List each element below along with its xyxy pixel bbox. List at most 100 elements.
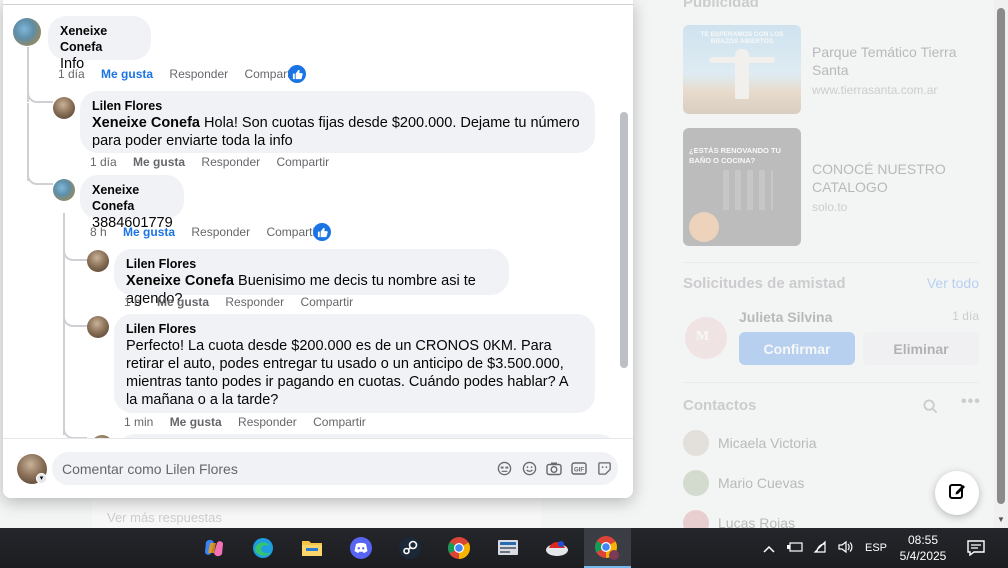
see-all-link[interactable]: Ver todo (927, 275, 979, 291)
ad-title-text: CONOCÉ NUESTRO CATALOGO (812, 161, 946, 195)
reply-button[interactable]: Responder (225, 295, 284, 309)
divider (683, 382, 979, 383)
page-scrollbar[interactable]: ▼ (994, 0, 1008, 528)
discord-icon[interactable] (345, 532, 377, 564)
like-button[interactable]: Me gusta (101, 67, 153, 81)
comment-author[interactable]: Lilen Flores (126, 256, 497, 272)
friend-request-time: 1 día (952, 309, 979, 323)
mention-link[interactable]: Xeneixe Conefa (126, 273, 234, 289)
comment-actions: 1 día Me gusta Responder Compartir (90, 154, 342, 170)
avatar[interactable] (53, 97, 75, 119)
comment-author[interactable]: Lilen Flores (92, 98, 583, 114)
language-indicator[interactable]: ESP (865, 542, 887, 554)
like-reaction-icon[interactable] (313, 223, 331, 241)
ad-url: www.tierrasanta.com.ar (812, 83, 938, 97)
volume-icon[interactable] (837, 540, 853, 557)
comment-time[interactable]: 1 día (58, 67, 85, 81)
ad-title[interactable]: CONOCÉ NUESTRO CATALOGO solo.to (812, 160, 972, 216)
confirm-button[interactable]: Confirmar (739, 332, 855, 365)
battery-icon[interactable] (787, 541, 803, 556)
like-button[interactable]: Me gusta (133, 155, 185, 169)
comment-time[interactable]: 8 h (90, 225, 107, 239)
steam-icon[interactable] (394, 532, 426, 564)
ad-image-text: ¿ESTÁS RENOVANDO TU BAÑO O COCINA? (689, 146, 781, 165)
chevron-up-icon[interactable] (763, 540, 775, 556)
avatar[interactable] (87, 250, 109, 272)
comment-time[interactable]: 1 min (124, 415, 153, 429)
dialog-scrollbar[interactable] (620, 112, 628, 368)
sticker-icon[interactable] (596, 460, 612, 476)
comments-dialog: Xeneixe Conefa Info 1 día Me gusta Respo… (3, 0, 633, 498)
avatar[interactable] (53, 179, 75, 201)
comment-author[interactable]: Xeneixe Conefa (60, 23, 139, 55)
avatar-sticker-icon[interactable] (496, 460, 512, 476)
reply-button[interactable]: Responder (238, 415, 297, 429)
app-icon[interactable] (492, 532, 524, 564)
chrome-profile-icon[interactable] (591, 532, 623, 564)
scroll-down-arrow[interactable]: ▼ (997, 515, 1005, 524)
thread-connector (63, 249, 87, 261)
ad-item[interactable]: TE ESPERAMOS CON LOS BRAZOS ABIERTOS Par… (683, 25, 983, 143)
like-button[interactable]: Me gusta (157, 295, 209, 309)
search-icon[interactable] (923, 399, 938, 418)
clock[interactable]: 08:55 5/4/2025 (888, 532, 958, 564)
chevron-down-icon[interactable]: ▾ (36, 473, 47, 484)
new-message-button[interactable] (935, 471, 979, 515)
like-reaction-icon[interactable] (288, 65, 306, 83)
delete-button[interactable]: Eliminar (863, 332, 979, 365)
chrome-icon[interactable] (443, 532, 475, 564)
reply-button[interactable]: Responder (201, 155, 260, 169)
contact-name: Micaela Victoria (718, 435, 817, 451)
comment-author[interactable]: Xeneixe Conefa (92, 182, 172, 214)
comment-placeholder: Comentar como Lilen Flores (62, 461, 238, 477)
reply-button[interactable]: Responder (169, 67, 228, 81)
thread-connector (27, 91, 53, 103)
contact-item[interactable]: Mario Cuevas (683, 468, 973, 498)
contacts-title: Contactos (683, 397, 757, 414)
comment-bubble: Lilen Flores Xeneixe Conefa Buenisimo me… (114, 249, 509, 307)
mention-link[interactable]: Xeneixe Conefa (92, 115, 200, 131)
composer-icons: GIF (496, 460, 612, 476)
emoji-icon[interactable] (521, 460, 537, 476)
like-button[interactable]: Me gusta (170, 415, 222, 429)
share-button[interactable]: Compartir (313, 415, 366, 429)
share-button[interactable]: Compartir (300, 295, 353, 309)
more-replies-link[interactable]: Ver más respuestas (107, 510, 222, 525)
system-tray: ESP (763, 528, 887, 568)
friend-request[interactable]: M Julieta Silvina 1 día Confirmar Elimin… (683, 305, 979, 375)
thread-connector (63, 315, 87, 327)
taskbar: ESP 08:55 5/4/2025 (0, 528, 1008, 568)
copilot-icon[interactable] (198, 532, 230, 564)
comment-time[interactable]: 1 día (90, 155, 117, 169)
comment-thread[interactable]: Xeneixe Conefa Info 1 día Me gusta Respo… (3, 5, 633, 438)
notification-icon[interactable] (960, 532, 992, 564)
more-options-icon[interactable]: ••• (961, 393, 981, 411)
like-button[interactable]: Me gusta (123, 225, 175, 239)
thread-connector (27, 173, 53, 185)
comment-time[interactable]: 1 h (124, 295, 141, 309)
scrollbar-thumb[interactable] (997, 8, 1005, 504)
thread-line (27, 103, 29, 181)
edge-icon[interactable] (247, 532, 279, 564)
wifi-icon[interactable] (813, 540, 829, 557)
comment-author[interactable]: Lilen Flores (126, 321, 583, 337)
friend-requests-title: Solicitudes de amistad (683, 275, 846, 292)
reply-button[interactable]: Responder (191, 225, 250, 239)
file-explorer-icon[interactable] (296, 532, 328, 564)
ad-title[interactable]: Parque Temático Tierra Santa www.tierras… (812, 43, 972, 99)
friend-request-name[interactable]: Julieta Silvina (739, 309, 832, 325)
ad-item[interactable]: ¿ESTÁS RENOVANDO TU BAÑO O COCINA? CONOC… (683, 128, 983, 246)
comment-input[interactable]: Comentar como Lilen Flores GIF (52, 452, 618, 485)
game-icon[interactable] (541, 532, 573, 564)
badge-shape (689, 212, 719, 242)
ad-url: solo.to (812, 200, 848, 214)
avatar[interactable] (13, 18, 41, 46)
share-button[interactable]: Compartir (266, 225, 319, 239)
camera-icon[interactable] (546, 460, 562, 476)
contact-item[interactable]: Micaela Victoria (683, 428, 973, 458)
avatar[interactable] (87, 316, 109, 338)
share-button[interactable]: Compartir (276, 155, 329, 169)
gif-icon[interactable]: GIF (571, 460, 587, 476)
thread-line (63, 213, 65, 435)
comment-text: Perfecto! La cuota desde $200.000 es de … (126, 338, 568, 408)
